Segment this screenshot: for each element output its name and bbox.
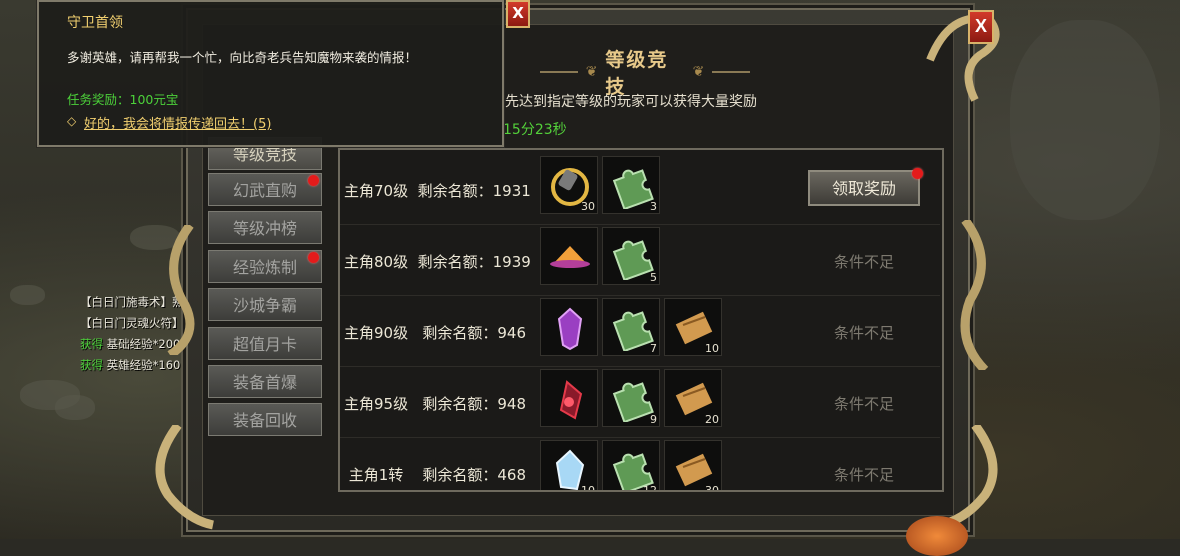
reward-item-slot[interactable]: 10 xyxy=(664,298,722,356)
panel-description: 先达到指定等级的玩家可以获得大量奖励 xyxy=(505,94,757,110)
ornament-icon: ❦ xyxy=(585,64,598,80)
diamond-icon: ◇ xyxy=(67,114,77,128)
reward-row: 主角80级 剩余名额：1939 5 条件不足 xyxy=(340,225,940,296)
rock xyxy=(1010,20,1160,220)
item-count: 12 xyxy=(643,484,657,492)
tab-4[interactable]: 经验炼制 xyxy=(208,250,322,283)
reward-item-slot[interactable] xyxy=(540,298,598,356)
reward-item-slot[interactable]: 30 xyxy=(664,440,722,492)
item-count: 30 xyxy=(581,200,595,213)
reward-row: 主角1转 剩余名额：468 10 12 30 条件不足 xyxy=(340,438,940,492)
reward-item-slot[interactable] xyxy=(540,227,598,285)
quest-title: 守卫首领 xyxy=(67,15,123,31)
reward-item-slot[interactable] xyxy=(540,369,598,427)
quest-accept-link[interactable]: 好的，我会将情报传递回去！(5) xyxy=(84,113,271,132)
divider xyxy=(540,71,578,73)
reward-item-slot[interactable]: 9 xyxy=(602,369,660,427)
tab-2[interactable]: 幻武直购 xyxy=(208,173,322,206)
dragon-ornament-icon xyxy=(155,425,215,530)
reward-row: 主角90级 剩余名额：946 7 10 条件不足 xyxy=(340,296,940,367)
row-requirement-label: 主角95级 剩余名额：948 xyxy=(344,395,527,413)
condition-not-met-label: 条件不足 xyxy=(834,253,895,271)
condition-not-met-label: 条件不足 xyxy=(834,395,895,413)
dragon-ornament-icon xyxy=(960,220,989,370)
reward-item-slot[interactable]: 7 xyxy=(602,298,660,356)
tab-7[interactable]: 装备首爆 xyxy=(208,365,322,398)
reward-item-slot[interactable]: 10 xyxy=(540,440,598,492)
row-requirement-label: 主角80级 剩余名额：1939 xyxy=(344,253,531,271)
tab-8[interactable]: 装备回收 xyxy=(208,403,322,436)
condition-not-met-label: 条件不足 xyxy=(834,324,895,342)
notification-dot xyxy=(308,252,319,263)
reward-item-slot[interactable]: 30 xyxy=(540,156,598,214)
item-count: 3 xyxy=(650,200,657,213)
reward-item-slot[interactable]: 3 xyxy=(602,156,660,214)
dragon-ornament-icon xyxy=(926,14,1000,102)
item-count: 5 xyxy=(650,271,657,284)
condition-not-met-label: 条件不足 xyxy=(834,466,895,484)
item-count: 10 xyxy=(581,484,595,492)
reward-item-slot[interactable]: 20 xyxy=(664,369,722,427)
quest-close-button[interactable]: X xyxy=(506,0,530,28)
row-requirement-label: 主角1转 剩余名额：468 xyxy=(344,466,527,484)
claim-reward-button[interactable]: 领取奖励 xyxy=(808,170,920,206)
reward-row: 主角70级 剩余名额：1931 30 3 领取奖励 xyxy=(340,154,940,225)
quest-text: 多谢英雄，请再帮我一个忙，向比奇老兵告知魔物来袭的情报！ xyxy=(67,50,418,65)
ornament-icon: ❦ xyxy=(692,64,705,80)
countdown-timer: 15分23秒 xyxy=(503,122,567,138)
divider xyxy=(712,71,750,73)
tab-3[interactable]: 等级冲榜 xyxy=(208,211,322,244)
dragon-ornament-icon xyxy=(167,225,195,355)
chat-prefix: 获得 xyxy=(80,337,103,351)
rock xyxy=(55,395,95,420)
tab-6[interactable]: 超值月卡 xyxy=(208,327,322,360)
chat-prefix: 获得 xyxy=(80,358,103,372)
reward-item-slot[interactable]: 12 xyxy=(602,440,660,492)
panel-close-button[interactable]: X xyxy=(968,10,994,44)
item-count: 20 xyxy=(705,413,719,426)
row-requirement-label: 主角90级 剩余名额：946 xyxy=(344,324,527,342)
quest-dialog: 守卫首领 多谢英雄，请再帮我一个忙，向比奇老兵告知魔物来袭的情报！ 任务奖励：1… xyxy=(37,0,504,147)
item-count: 10 xyxy=(705,342,719,355)
reward-row: 主角95级 剩余名额：948 9 20 条件不足 xyxy=(340,367,940,438)
reward-item-slot[interactable]: 5 xyxy=(602,227,660,285)
rock xyxy=(10,285,45,305)
row-requirement-label: 主角70级 剩余名额：1931 xyxy=(344,182,531,200)
notification-dot xyxy=(308,175,319,186)
action-orb-button[interactable] xyxy=(906,516,968,556)
quest-reward: 任务奖励：100元宝 xyxy=(67,92,179,107)
reward-list: 主角70级 剩余名额：1931 30 3 领取奖励主角80级 剩余名额：1939 5 条件… xyxy=(338,148,944,492)
tab-5[interactable]: 沙城争霸 xyxy=(208,288,322,321)
item-count: 30 xyxy=(705,484,719,492)
item-count: 7 xyxy=(650,342,657,355)
panel-title-bar: ❦ 等级竞技 ❦ xyxy=(540,49,750,98)
notification-dot xyxy=(912,168,923,179)
item-count: 9 xyxy=(650,413,657,426)
